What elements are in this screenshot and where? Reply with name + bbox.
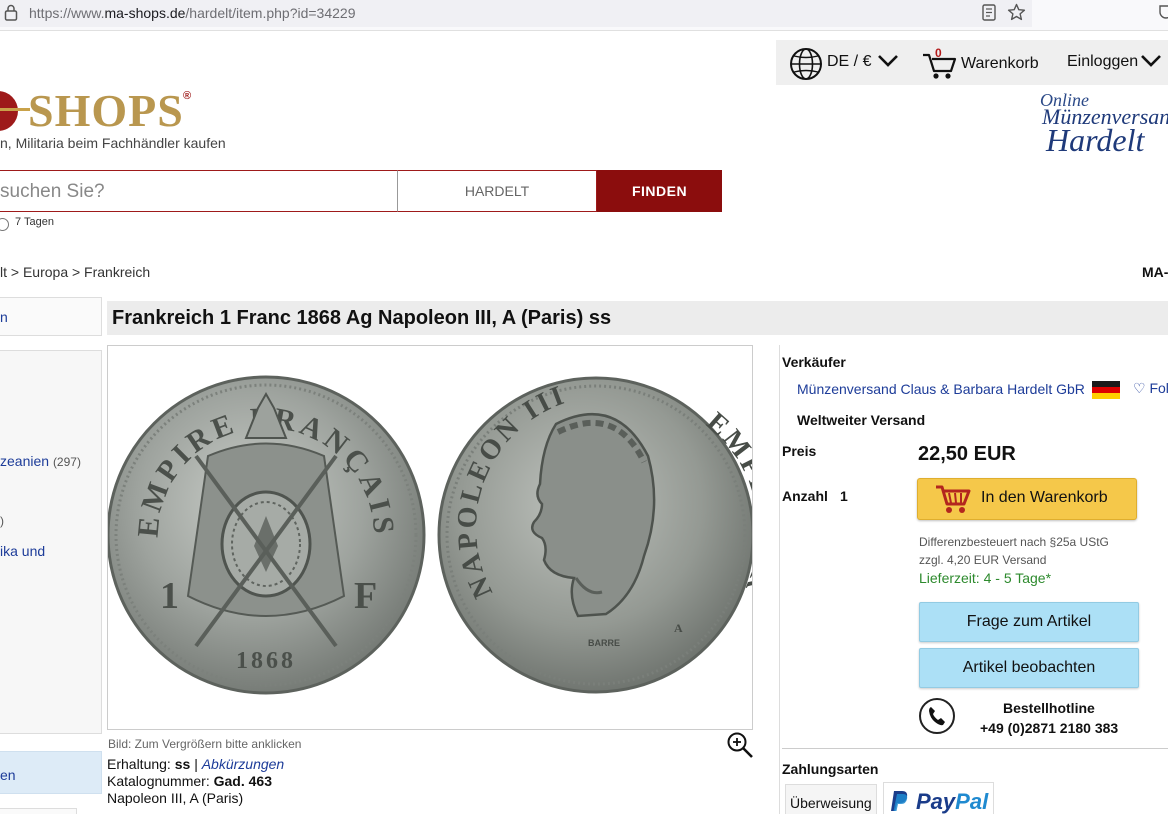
payment-separator xyxy=(782,748,1168,749)
search-scope-selector[interactable]: HARDELT xyxy=(397,170,597,212)
add-to-cart-label[interactable]: In den Warenkorb xyxy=(981,489,1108,507)
sidebar-category-box xyxy=(0,350,102,734)
german-flag-icon xyxy=(1092,381,1120,399)
sidebar-item-africa[interactable]: ika und xyxy=(0,543,45,559)
logo-tagline: n, Militaria beim Fachhändler kaufen xyxy=(0,135,226,151)
quantity-value: 1 xyxy=(840,488,848,504)
condition-line: Erhaltung: ss | Abkürzungen xyxy=(107,756,285,772)
image-caption: Bild: Zum Vergrößern bitte anklicken xyxy=(108,737,302,751)
price-value: 22,50 EUR xyxy=(918,443,1016,465)
price-label: Preis xyxy=(782,443,817,459)
url-text[interactable]: https://www.ma-shops.de/hardelt/item.php… xyxy=(29,5,355,21)
paypal-pay: Pay xyxy=(916,789,956,814)
item-title: Frankreich 1 Franc 1868 Ag Napoleon III,… xyxy=(112,307,612,329)
cart-count-badge: 0 xyxy=(935,46,942,60)
payment-bank-transfer: Überweisung xyxy=(785,784,877,814)
add-to-cart-icon[interactable] xyxy=(935,483,971,515)
new-items-radio-label: 7 Tagen xyxy=(15,216,54,228)
item-image[interactable]: EMPIRE FRANÇAIS 1 F 1868 NAPOLEON II xyxy=(106,345,779,730)
sidebar-top-item[interactable]: n xyxy=(0,309,8,325)
sidebar-bottom-item[interactable]: en xyxy=(0,767,16,783)
login-link[interactable]: Einloggen xyxy=(1067,53,1138,71)
zoom-in-icon[interactable] xyxy=(726,731,754,759)
lock-icon[interactable] xyxy=(4,4,18,21)
coin-photo[interactable]: EMPIRE FRANÇAIS 1 F 1868 NAPOLEON II xyxy=(106,346,779,729)
phone-icon xyxy=(919,698,955,734)
top-right-label: MA- xyxy=(1142,264,1168,280)
sidebar-item-oceania[interactable]: zeanien (297) xyxy=(0,453,81,469)
search-button[interactable]: FINDEN xyxy=(597,170,722,212)
seller-logo[interactable]: Online Münzenversand Hardelt xyxy=(1036,90,1168,158)
panel-divider xyxy=(779,345,780,814)
chevron-down-icon[interactable] xyxy=(877,54,899,68)
locale-selector[interactable]: DE / € xyxy=(827,53,871,71)
logo-registered-mark: ® xyxy=(183,90,192,102)
seller-label: Verkäufer xyxy=(782,354,846,370)
bookmark-star-icon[interactable] xyxy=(1007,3,1026,22)
watch-item-button[interactable]: Artikel beobachten xyxy=(919,648,1139,688)
logo-mark[interactable] xyxy=(0,91,18,131)
hotline-title: Bestellhotline xyxy=(1003,700,1095,716)
breadcrumb[interactable]: lt > Europa > Frankreich xyxy=(0,264,150,280)
coin-obverse-value-right: F xyxy=(354,575,377,617)
login-chevron-down-icon[interactable] xyxy=(1140,54,1162,68)
payment-paypal: PayPal xyxy=(883,782,994,814)
logo-line xyxy=(0,108,30,111)
sidebar-count: ) xyxy=(0,514,4,528)
sidebar-next-box xyxy=(0,808,77,814)
shipping-cost-note: zzgl. 4,20 EUR Versand xyxy=(919,553,1047,567)
item-description: Napoleon III, A (Paris) xyxy=(107,790,244,806)
hotline-number[interactable]: +49 (0)2871 2180 383 xyxy=(980,720,1118,736)
payment-methods-label: Zahlungsarten xyxy=(782,761,879,777)
search-placeholder: suchen Sie? xyxy=(0,181,105,202)
coin-mint-mark: A xyxy=(674,621,683,635)
pocket-icon[interactable] xyxy=(1158,3,1168,23)
coin-engraver: BARRE xyxy=(588,638,620,648)
abbreviations-link[interactable]: Abkürzungen xyxy=(202,756,285,772)
coin-obverse-year: 1868 xyxy=(236,648,296,674)
new-items-radio[interactable] xyxy=(0,218,9,231)
worldwide-shipping: Weltweiter Versand xyxy=(797,412,926,428)
seller-name-link[interactable]: Münzenversand Claus & Barbara Hardelt Gb… xyxy=(797,381,1085,397)
cart-link[interactable]: Warenkorb xyxy=(961,55,1039,73)
quantity-label: Anzahl xyxy=(782,488,828,504)
globe-icon[interactable] xyxy=(789,47,823,81)
reader-view-icon[interactable] xyxy=(981,4,997,22)
paypal-logo-icon xyxy=(891,791,908,811)
paypal-pal: Pal xyxy=(955,789,989,814)
follow-seller-link[interactable]: ♡ Fol xyxy=(1133,380,1168,397)
coin-obverse-value-left: 1 xyxy=(160,575,179,617)
tax-note: Differenzbesteuert nach §25a UStG xyxy=(919,535,1109,549)
ask-question-button[interactable]: Frage zum Artikel xyxy=(919,602,1139,642)
sidebar-top-box[interactable] xyxy=(0,297,102,336)
delivery-time: Lieferzeit: 4 - 5 Tage* xyxy=(919,570,1052,586)
catalog-line: Katalognummer: Gad. 463 xyxy=(107,773,272,789)
logo-text[interactable]: SHOPS xyxy=(28,84,184,137)
